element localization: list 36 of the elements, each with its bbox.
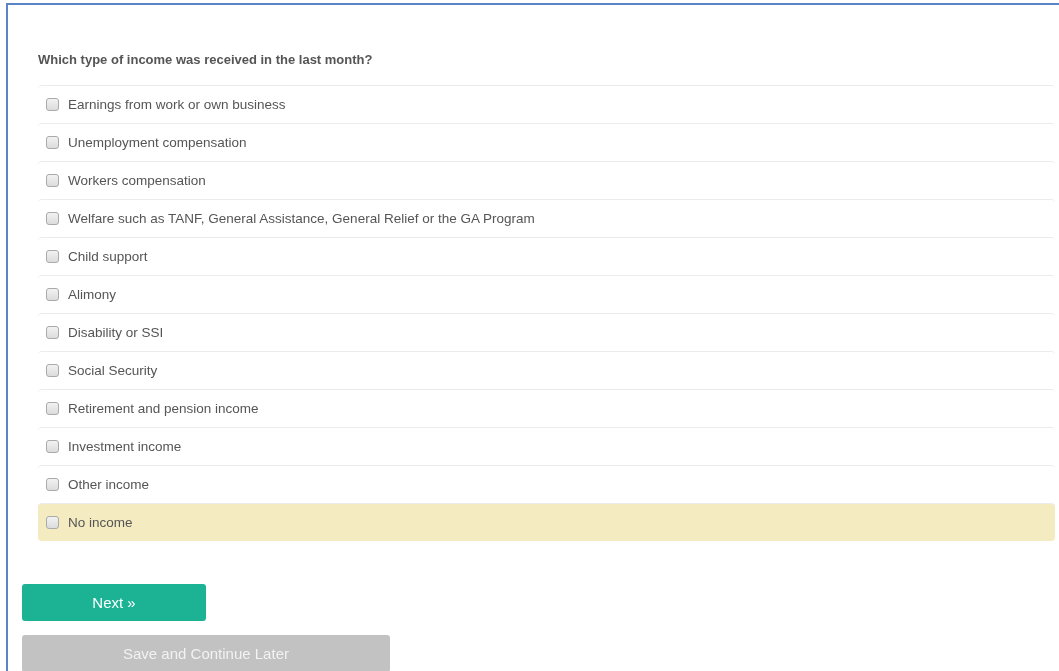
option-row[interactable]: Earnings from work or own business xyxy=(38,85,1055,123)
option-label: Social Security xyxy=(68,363,158,378)
option-label: Earnings from work or own business xyxy=(68,97,286,112)
question-text: Which type of income was received in the last month? xyxy=(38,52,374,67)
option-label: Alimony xyxy=(68,287,116,302)
option-label: Investment income xyxy=(68,439,182,454)
option-label: Unemployment compensation xyxy=(68,135,247,150)
checkbox[interactable] xyxy=(46,136,59,149)
option-row[interactable]: Workers compensation xyxy=(38,161,1055,199)
checkbox[interactable] xyxy=(46,326,59,339)
checkbox[interactable] xyxy=(46,478,59,491)
checkbox[interactable] xyxy=(46,364,59,377)
checkbox[interactable] xyxy=(46,212,59,225)
option-row[interactable]: Disability or SSI xyxy=(38,313,1055,351)
option-row[interactable]: No income xyxy=(38,503,1055,541)
option-label: Disability or SSI xyxy=(68,325,164,340)
checkbox[interactable] xyxy=(46,402,59,415)
checkbox[interactable] xyxy=(46,516,59,529)
option-label: No income xyxy=(68,515,133,530)
option-row[interactable]: Child support xyxy=(38,237,1055,275)
option-label: Child support xyxy=(68,249,148,264)
option-row[interactable]: Investment income xyxy=(38,427,1055,465)
option-label: Retirement and pension income xyxy=(68,401,259,416)
option-label: Other income xyxy=(68,477,150,492)
option-row[interactable]: Retirement and pension income xyxy=(38,389,1055,427)
checkbox[interactable] xyxy=(46,98,59,111)
checkbox[interactable] xyxy=(46,250,59,263)
option-row[interactable]: Unemployment compensation xyxy=(38,123,1055,161)
option-row[interactable]: Alimony xyxy=(38,275,1055,313)
checkbox[interactable] xyxy=(46,288,59,301)
checkbox[interactable] xyxy=(46,174,59,187)
option-label: Welfare such as TANF, General Assistance, General Relief or the GA Program xyxy=(68,211,535,226)
option-row[interactable]: Social Security xyxy=(38,351,1055,389)
option-row[interactable]: Welfare such as TANF, General Assistance, General Relief or the GA Program xyxy=(38,199,1055,237)
checkbox[interactable] xyxy=(46,440,59,453)
option-label: Workers compensation xyxy=(68,173,206,188)
